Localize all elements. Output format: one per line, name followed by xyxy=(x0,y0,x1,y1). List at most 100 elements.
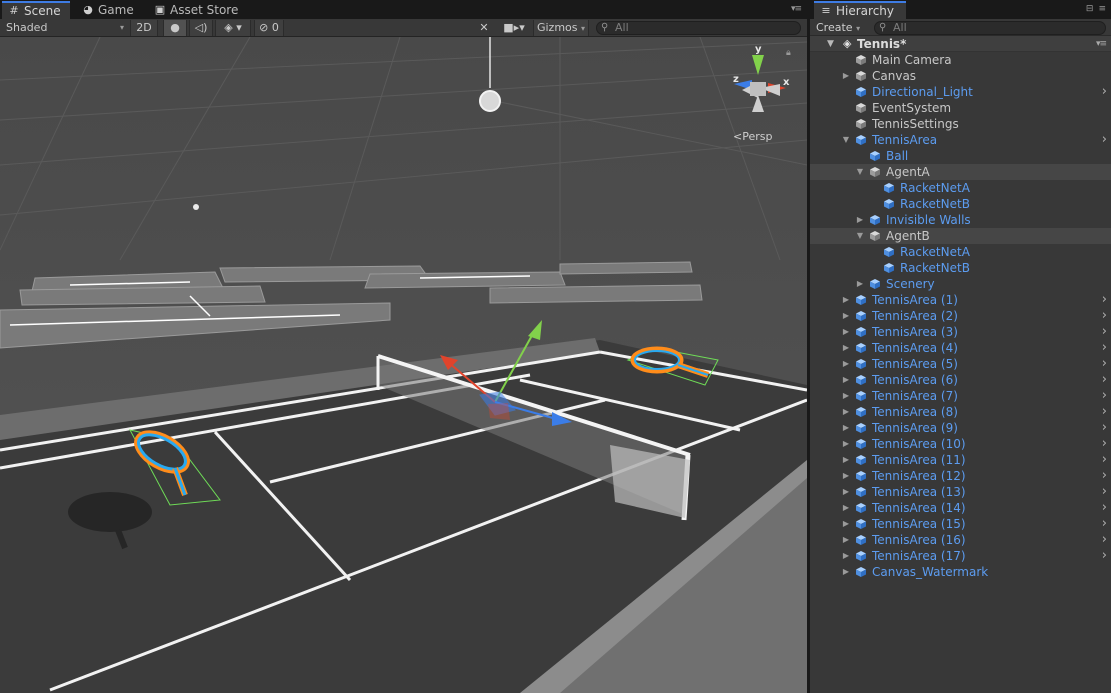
chevron-right-icon[interactable]: › xyxy=(1102,516,1107,532)
fold-right-icon[interactable]: ▶ xyxy=(841,548,851,564)
chevron-right-icon[interactable]: › xyxy=(1102,84,1107,100)
chevron-right-icon[interactable]: › xyxy=(1102,452,1107,468)
hierarchy-row[interactable]: ▶ TennisArea (14) › xyxy=(810,500,1111,516)
hierarchy-row[interactable]: ▶ TennisArea (17) › xyxy=(810,548,1111,564)
chevron-right-icon[interactable]: › xyxy=(1102,324,1107,340)
fold-right-icon[interactable]: ▶ xyxy=(841,500,851,516)
chevron-right-icon[interactable]: › xyxy=(1102,372,1107,388)
tab-hierarchy[interactable]: ≡ Hierarchy xyxy=(814,1,906,19)
hierarchy-row[interactable]: ▶ TennisArea (9) › xyxy=(810,420,1111,436)
fold-right-icon[interactable]: ▶ xyxy=(855,212,865,228)
tab-asset-store[interactable]: ▣ Asset Store xyxy=(148,1,246,19)
hierarchy-row[interactable]: ▼ AgentA xyxy=(810,164,1111,180)
fold-down-icon[interactable]: ▼ xyxy=(855,164,865,180)
fold-right-icon[interactable]: ▶ xyxy=(841,340,851,356)
chevron-right-icon[interactable]: › xyxy=(1102,340,1107,356)
hierarchy-row[interactable]: ▶ TennisArea (4) › xyxy=(810,340,1111,356)
lock-icon[interactable]: 🔒︎ xyxy=(786,48,795,58)
hierarchy-row[interactable]: TennisSettings xyxy=(810,116,1111,132)
chevron-right-icon[interactable]: › xyxy=(1102,468,1107,484)
hierarchy-row[interactable]: ▶ Scenery xyxy=(810,276,1111,292)
hierarchy-row[interactable]: RacketNetA xyxy=(810,244,1111,260)
fold-right-icon[interactable]: ▶ xyxy=(841,532,851,548)
hierarchy-row[interactable]: ▶ TennisArea (5) › xyxy=(810,356,1111,372)
fold-down-icon[interactable]: ▼ xyxy=(841,132,851,148)
hierarchy-row[interactable]: ▼ AgentB xyxy=(810,228,1111,244)
draw-mode-dropdown[interactable]: Shaded ▾ xyxy=(6,20,126,36)
effects-dropdown[interactable]: ◈ ▾ xyxy=(215,20,251,36)
hidden-objects-toggle[interactable]: ⊘ 0 xyxy=(254,20,284,36)
hierarchy-row[interactable]: Directional_Light › xyxy=(810,84,1111,100)
gizmos-dropdown[interactable]: Gizmos ▾ xyxy=(533,20,589,36)
hierarchy-row[interactable]: ▶ TennisArea (3) › xyxy=(810,324,1111,340)
fold-right-icon[interactable]: ▶ xyxy=(841,468,851,484)
create-dropdown[interactable]: Create ▾ xyxy=(816,20,860,35)
chevron-right-icon[interactable]: › xyxy=(1102,532,1107,548)
chevron-right-icon[interactable]: › xyxy=(1102,420,1107,436)
audio-toggle[interactable]: ◁) xyxy=(189,20,213,36)
chevron-right-icon[interactable]: › xyxy=(1102,500,1107,516)
hierarchy-row[interactable]: ▶ TennisArea (13) › xyxy=(810,484,1111,500)
hierarchy-row[interactable]: RacketNetB xyxy=(810,260,1111,276)
hierarchy-row[interactable]: RacketNetB xyxy=(810,196,1111,212)
tools-icon[interactable]: ✕ xyxy=(476,20,492,36)
tab-scene[interactable]: # Scene xyxy=(2,1,70,19)
hierarchy-row[interactable]: Main Camera xyxy=(810,52,1111,68)
chevron-right-icon[interactable]: › xyxy=(1102,484,1107,500)
hierarchy-row[interactable]: ▶ Invisible Walls xyxy=(810,212,1111,228)
perspective-label[interactable]: <Persp xyxy=(733,130,772,143)
fold-right-icon[interactable]: ▶ xyxy=(841,484,851,500)
hierarchy-search-input[interactable]: ⚲ All xyxy=(874,21,1106,35)
fold-right-icon[interactable]: ▶ xyxy=(841,68,851,84)
fold-right-icon[interactable]: ▶ xyxy=(841,324,851,340)
hierarchy-row[interactable]: ▶ TennisArea (16) › xyxy=(810,532,1111,548)
scene-menu-icon[interactable]: ▾≡ xyxy=(1096,36,1107,52)
hierarchy-row[interactable]: ▶ TennisArea (1) › xyxy=(810,292,1111,308)
hierarchy-row[interactable]: ▶ TennisArea (15) › xyxy=(810,516,1111,532)
mode-2d-button[interactable]: 2D xyxy=(130,20,158,36)
scene-header-row[interactable]: ▼ ◈ Tennis* ▾≡ xyxy=(810,36,1111,52)
chevron-right-icon[interactable]: › xyxy=(1102,132,1107,148)
hierarchy-row[interactable]: ▶ TennisArea (2) › xyxy=(810,308,1111,324)
chevron-right-icon[interactable]: › xyxy=(1102,388,1107,404)
camera-dropdown[interactable]: ■▸▾ xyxy=(500,20,528,36)
fold-right-icon[interactable]: ▶ xyxy=(841,452,851,468)
scene-viewport[interactable]: y x z <Persp 🔒︎ xyxy=(0,37,807,693)
lock-icon[interactable]: ⊟ xyxy=(1086,4,1094,14)
chevron-right-icon[interactable]: › xyxy=(1102,548,1107,564)
panel-menu-icon[interactable]: ≡ xyxy=(1098,4,1106,14)
hierarchy-row[interactable]: RacketNetA xyxy=(810,180,1111,196)
hierarchy-row[interactable]: ▶ TennisArea (11) › xyxy=(810,452,1111,468)
chevron-right-icon[interactable]: › xyxy=(1102,292,1107,308)
panel-menu-icon[interactable]: ▾≡ xyxy=(791,4,802,14)
hierarchy-row[interactable]: Ball xyxy=(810,148,1111,164)
hierarchy-row[interactable]: ▶ Canvas xyxy=(810,68,1111,84)
lighting-toggle[interactable]: ● xyxy=(163,20,187,36)
fold-right-icon[interactable]: ▶ xyxy=(841,420,851,436)
fold-right-icon[interactable]: ▶ xyxy=(841,356,851,372)
hierarchy-row[interactable]: ▼ TennisArea › xyxy=(810,132,1111,148)
fold-right-icon[interactable]: ▶ xyxy=(841,436,851,452)
hierarchy-row[interactable]: ▶ TennisArea (10) › xyxy=(810,436,1111,452)
fold-right-icon[interactable]: ▶ xyxy=(841,308,851,324)
chevron-right-icon[interactable]: › xyxy=(1102,436,1107,452)
hierarchy-row[interactable]: ▶ Canvas_Watermark xyxy=(810,564,1111,580)
fold-down-icon[interactable]: ▼ xyxy=(855,228,865,244)
hierarchy-row[interactable]: EventSystem xyxy=(810,100,1111,116)
fold-down-icon[interactable]: ▼ xyxy=(827,36,834,52)
tab-game[interactable]: ◕ Game xyxy=(76,1,142,19)
fold-right-icon[interactable]: ▶ xyxy=(841,388,851,404)
fold-right-icon[interactable]: ▶ xyxy=(841,564,851,580)
chevron-right-icon[interactable]: › xyxy=(1102,308,1107,324)
hierarchy-row[interactable]: ▶ TennisArea (7) › xyxy=(810,388,1111,404)
fold-right-icon[interactable]: ▶ xyxy=(841,292,851,308)
scene-search-input[interactable]: ⚲ All xyxy=(596,21,801,35)
chevron-right-icon[interactable]: › xyxy=(1102,404,1107,420)
fold-right-icon[interactable]: ▶ xyxy=(841,372,851,388)
fold-right-icon[interactable]: ▶ xyxy=(841,516,851,532)
chevron-right-icon[interactable]: › xyxy=(1102,356,1107,372)
hierarchy-row[interactable]: ▶ TennisArea (6) › xyxy=(810,372,1111,388)
fold-right-icon[interactable]: ▶ xyxy=(855,276,865,292)
fold-right-icon[interactable]: ▶ xyxy=(841,404,851,420)
hierarchy-row[interactable]: ▶ TennisArea (8) › xyxy=(810,404,1111,420)
